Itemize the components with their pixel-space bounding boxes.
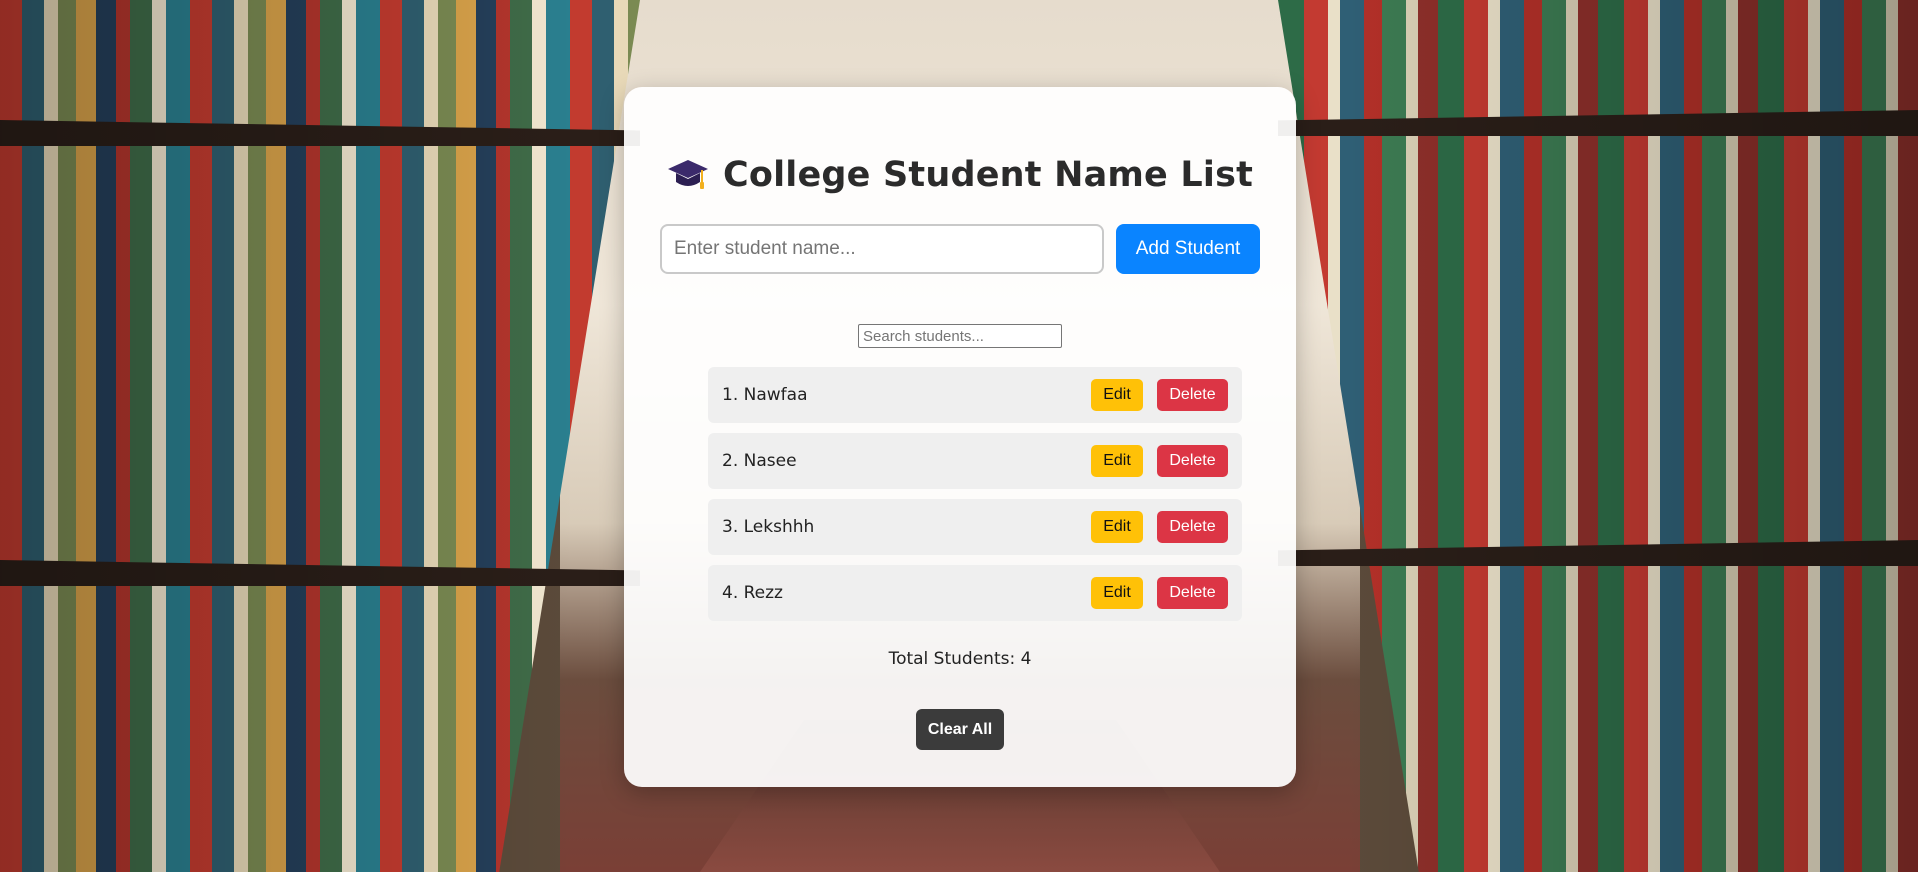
delete-button[interactable]: Delete xyxy=(1157,445,1228,477)
student-name: 3. Lekshhh xyxy=(722,517,815,537)
student-name-input[interactable] xyxy=(660,224,1104,274)
title-text: College Student Name List xyxy=(722,155,1254,195)
list-item: 1. Nawfaa Edit Delete xyxy=(708,367,1242,423)
total-students-count: Total Students: 4 xyxy=(888,649,1032,669)
edit-button[interactable]: Edit xyxy=(1091,577,1143,609)
list-item: 2. Nasee Edit Delete xyxy=(708,433,1242,489)
add-student-button[interactable]: Add Student xyxy=(1116,224,1260,274)
student-list: 1. Nawfaa Edit Delete 2. Nasee Edit Dele… xyxy=(708,367,1242,631)
delete-button[interactable]: Delete xyxy=(1157,511,1228,543)
list-item: 4. Rezz Edit Delete xyxy=(708,565,1242,621)
student-name: 2. Nasee xyxy=(722,451,797,471)
student-name: 1. Nawfaa xyxy=(722,385,808,405)
page-title: College Student Name List xyxy=(624,155,1296,195)
list-item: 3. Lekshhh Edit Delete xyxy=(708,499,1242,555)
edit-button[interactable]: Edit xyxy=(1091,379,1143,411)
clear-all-button[interactable]: Clear All xyxy=(916,709,1004,750)
student-name: 4. Rezz xyxy=(722,583,783,603)
add-student-form: Add Student xyxy=(660,224,1260,274)
search-input[interactable] xyxy=(858,324,1062,348)
student-list-card: College Student Name List Add Student 1.… xyxy=(624,87,1296,787)
delete-button[interactable]: Delete xyxy=(1157,577,1228,609)
graduation-cap-icon xyxy=(667,156,709,194)
delete-button[interactable]: Delete xyxy=(1157,379,1228,411)
edit-button[interactable]: Edit xyxy=(1091,445,1143,477)
edit-button[interactable]: Edit xyxy=(1091,511,1143,543)
